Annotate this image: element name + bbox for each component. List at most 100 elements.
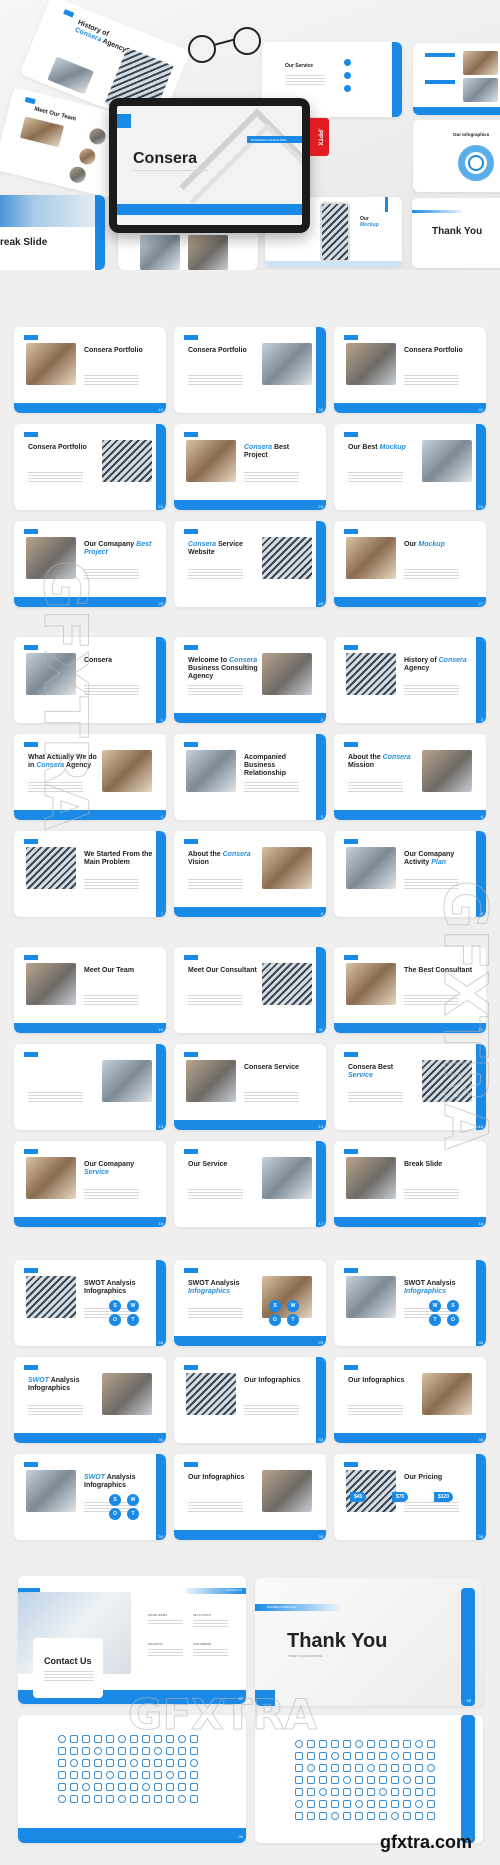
body-text-placeholder — [348, 1092, 403, 1104]
slide-thumbnail[interactable]: Acompanied Business Relationship 5 — [174, 734, 326, 820]
slide-thumbnail[interactable]: Consera Best Project 23 — [174, 424, 326, 510]
slide-thumbnail[interactable]: 13 — [14, 1044, 166, 1130]
icon-glyph-icon — [130, 1735, 138, 1743]
body-text-placeholder — [188, 1189, 243, 1201]
page-number: 39 — [238, 1834, 243, 1839]
icon-glyph-icon — [415, 1764, 423, 1772]
slide-thumbnail[interactable]: Meet Our Consultant 11 — [174, 947, 326, 1033]
slide-thumbnail[interactable]: SWOT Analysis Infographics S W O T 34 — [14, 1454, 166, 1540]
slide-photo — [262, 653, 312, 695]
icon-glyph-icon — [343, 1752, 351, 1760]
slide-title: Our Infographics — [188, 1474, 244, 1482]
icon-glyph-icon — [166, 1747, 174, 1755]
slide-thumbnail[interactable]: Our Service 17 — [174, 1141, 326, 1227]
icon-glyph-icon — [94, 1795, 102, 1803]
icon-glyph-icon — [118, 1747, 126, 1755]
icon-glyph-icon — [391, 1740, 399, 1748]
slide-thumbnail[interactable]: Consera Portfolio 20 — [174, 327, 326, 413]
page-number: 38 — [466, 1698, 471, 1703]
icon-glyph-icon — [295, 1740, 303, 1748]
accent-bar — [156, 1454, 166, 1540]
slide-thumbnail[interactable]: Our Comapany Activity Plan 9 — [334, 831, 486, 917]
icon-glyph-icon — [355, 1752, 363, 1760]
accent-bar — [316, 521, 326, 607]
slide-thumbnail[interactable]: Welcome to Consera Business Consulting A… — [174, 637, 326, 723]
slide-photo — [346, 1157, 396, 1199]
icon-glyph-icon — [106, 1759, 114, 1767]
slide-icons-1: 39 — [18, 1715, 246, 1843]
icon-glyph-icon — [58, 1759, 66, 1767]
accent-bar — [156, 637, 166, 723]
slide-title-accent: Consera — [229, 657, 258, 664]
swot-letter: T — [287, 1314, 299, 1326]
slide-title: We Started From the Main Problem — [84, 851, 154, 867]
slide-thumbnail[interactable]: Consera Service 14 — [174, 1044, 326, 1130]
slide-title-text: Business Consulting Agency — [188, 665, 258, 681]
accent-tag — [184, 335, 198, 340]
slide-thumbnail[interactable]: Consera Portfolio 22 — [14, 424, 166, 510]
slide-thumbnail[interactable]: SWOT Analysis Infographics W S T O 30 — [334, 1260, 486, 1346]
icon-glyph-icon — [343, 1764, 351, 1772]
slide-thumbnail[interactable]: Our Mockup 27 — [334, 521, 486, 607]
body-text-placeholder — [404, 569, 459, 581]
slide-thumbnail[interactable]: About the Consera Mission 6 — [334, 734, 486, 820]
slide-thumbnail[interactable]: Consera Service Website 26 — [174, 521, 326, 607]
icon-set-grid — [58, 1735, 198, 1803]
slide-thumbnail[interactable]: Our Infographics 35 — [174, 1454, 326, 1540]
icon-glyph-icon — [190, 1747, 198, 1755]
icon-glyph-icon — [307, 1752, 315, 1760]
accent-tag — [24, 1365, 38, 1370]
slide-title: Our Comapany Best Project — [84, 541, 154, 557]
slide-thumbnail[interactable]: About the Consera Vision 8 — [174, 831, 326, 917]
slide-title-text: Agency — [65, 762, 92, 770]
swot-letter: W — [287, 1300, 299, 1312]
page-number: 36 — [478, 1534, 483, 1539]
slide-thumbnail[interactable]: Our Infographics 32 — [174, 1357, 326, 1443]
icon-glyph-icon — [343, 1800, 351, 1808]
slide-title-text: Consera Portfolio — [28, 444, 87, 451]
page-number: 1 — [160, 717, 163, 722]
accent-tag — [344, 955, 358, 960]
slide-title: The Best Consultant — [404, 967, 472, 975]
slide-thumbnail[interactable]: We Started From the Main Problem 7 — [14, 831, 166, 917]
accent-bar — [14, 1433, 166, 1443]
slide-thumbnail[interactable]: What Actually We do in Consera Agency 4 — [14, 734, 166, 820]
page-number: 19 — [158, 407, 163, 412]
slide-title-text: The Best Consultant — [404, 967, 473, 974]
slide-thumbnail[interactable]: The Best Consultant 12 — [334, 947, 486, 1033]
slide-title-accent: SWOT — [84, 1474, 105, 1481]
slide-thumbnail[interactable]: Consera Portfolio 19 — [14, 327, 166, 413]
contact-field-office-hours: OFFICE HOURS — [148, 1614, 167, 1617]
slide-thumbnail[interactable]: Our Comapany Service 16 — [14, 1141, 166, 1227]
slide-photo — [346, 653, 396, 695]
slide-photo — [346, 963, 396, 1005]
slide-thumbnail[interactable]: Break Slide 18 — [334, 1141, 486, 1227]
body-text-placeholder — [188, 995, 243, 1007]
slide-thumbnail[interactable]: Our Infographics 33 — [334, 1357, 486, 1443]
slide-thumbnail[interactable]: Our Comapany Best Project 25 — [14, 521, 166, 607]
accent-tag — [344, 742, 358, 747]
slide-thumbnail[interactable]: SWOT Analysis Infographics 31 — [14, 1357, 166, 1443]
icon-glyph-icon — [58, 1783, 66, 1791]
slide-thumbnail[interactable]: Our Pricing $45 $75 $120 36 — [334, 1454, 486, 1540]
slide-thumbnail[interactable]: Consera 1 — [14, 637, 166, 723]
icon-glyph-icon — [391, 1800, 399, 1808]
icon-glyph-icon — [178, 1795, 186, 1803]
hero-slide-infographics: Our Infographics — [413, 120, 500, 192]
slide-thumbnail[interactable]: Consera Portfolio 21 — [334, 327, 486, 413]
slide-thumbnail[interactable]: SWOT Analysis Infographics S W O T 29 — [174, 1260, 326, 1346]
icon-glyph-icon — [190, 1771, 198, 1779]
slide-thumbnail[interactable]: Our Best Mockup 24 — [334, 424, 486, 510]
slide-thumbnail[interactable]: SWOT Analysis Infographics S W O T 28 — [14, 1260, 166, 1346]
slide-thumbnail[interactable]: Meet Our Team 10 — [14, 947, 166, 1033]
page-number: 22 — [158, 504, 163, 509]
slide-title-text: Our Infographics — [244, 1377, 301, 1384]
icon-glyph-icon — [415, 1788, 423, 1796]
icon-glyph-icon — [391, 1776, 399, 1784]
slide-thumbnail[interactable]: Consera Best Service 15 — [334, 1044, 486, 1130]
slide-thumbnail[interactable]: History of Consera Agency 3 — [334, 637, 486, 723]
body-text-placeholder — [28, 1405, 83, 1417]
tablet-tag-text: BUSINESS CONSULTING — [251, 138, 287, 142]
tablet-tag: BUSINESS CONSULTING — [247, 136, 302, 143]
slide-photo — [26, 847, 76, 889]
